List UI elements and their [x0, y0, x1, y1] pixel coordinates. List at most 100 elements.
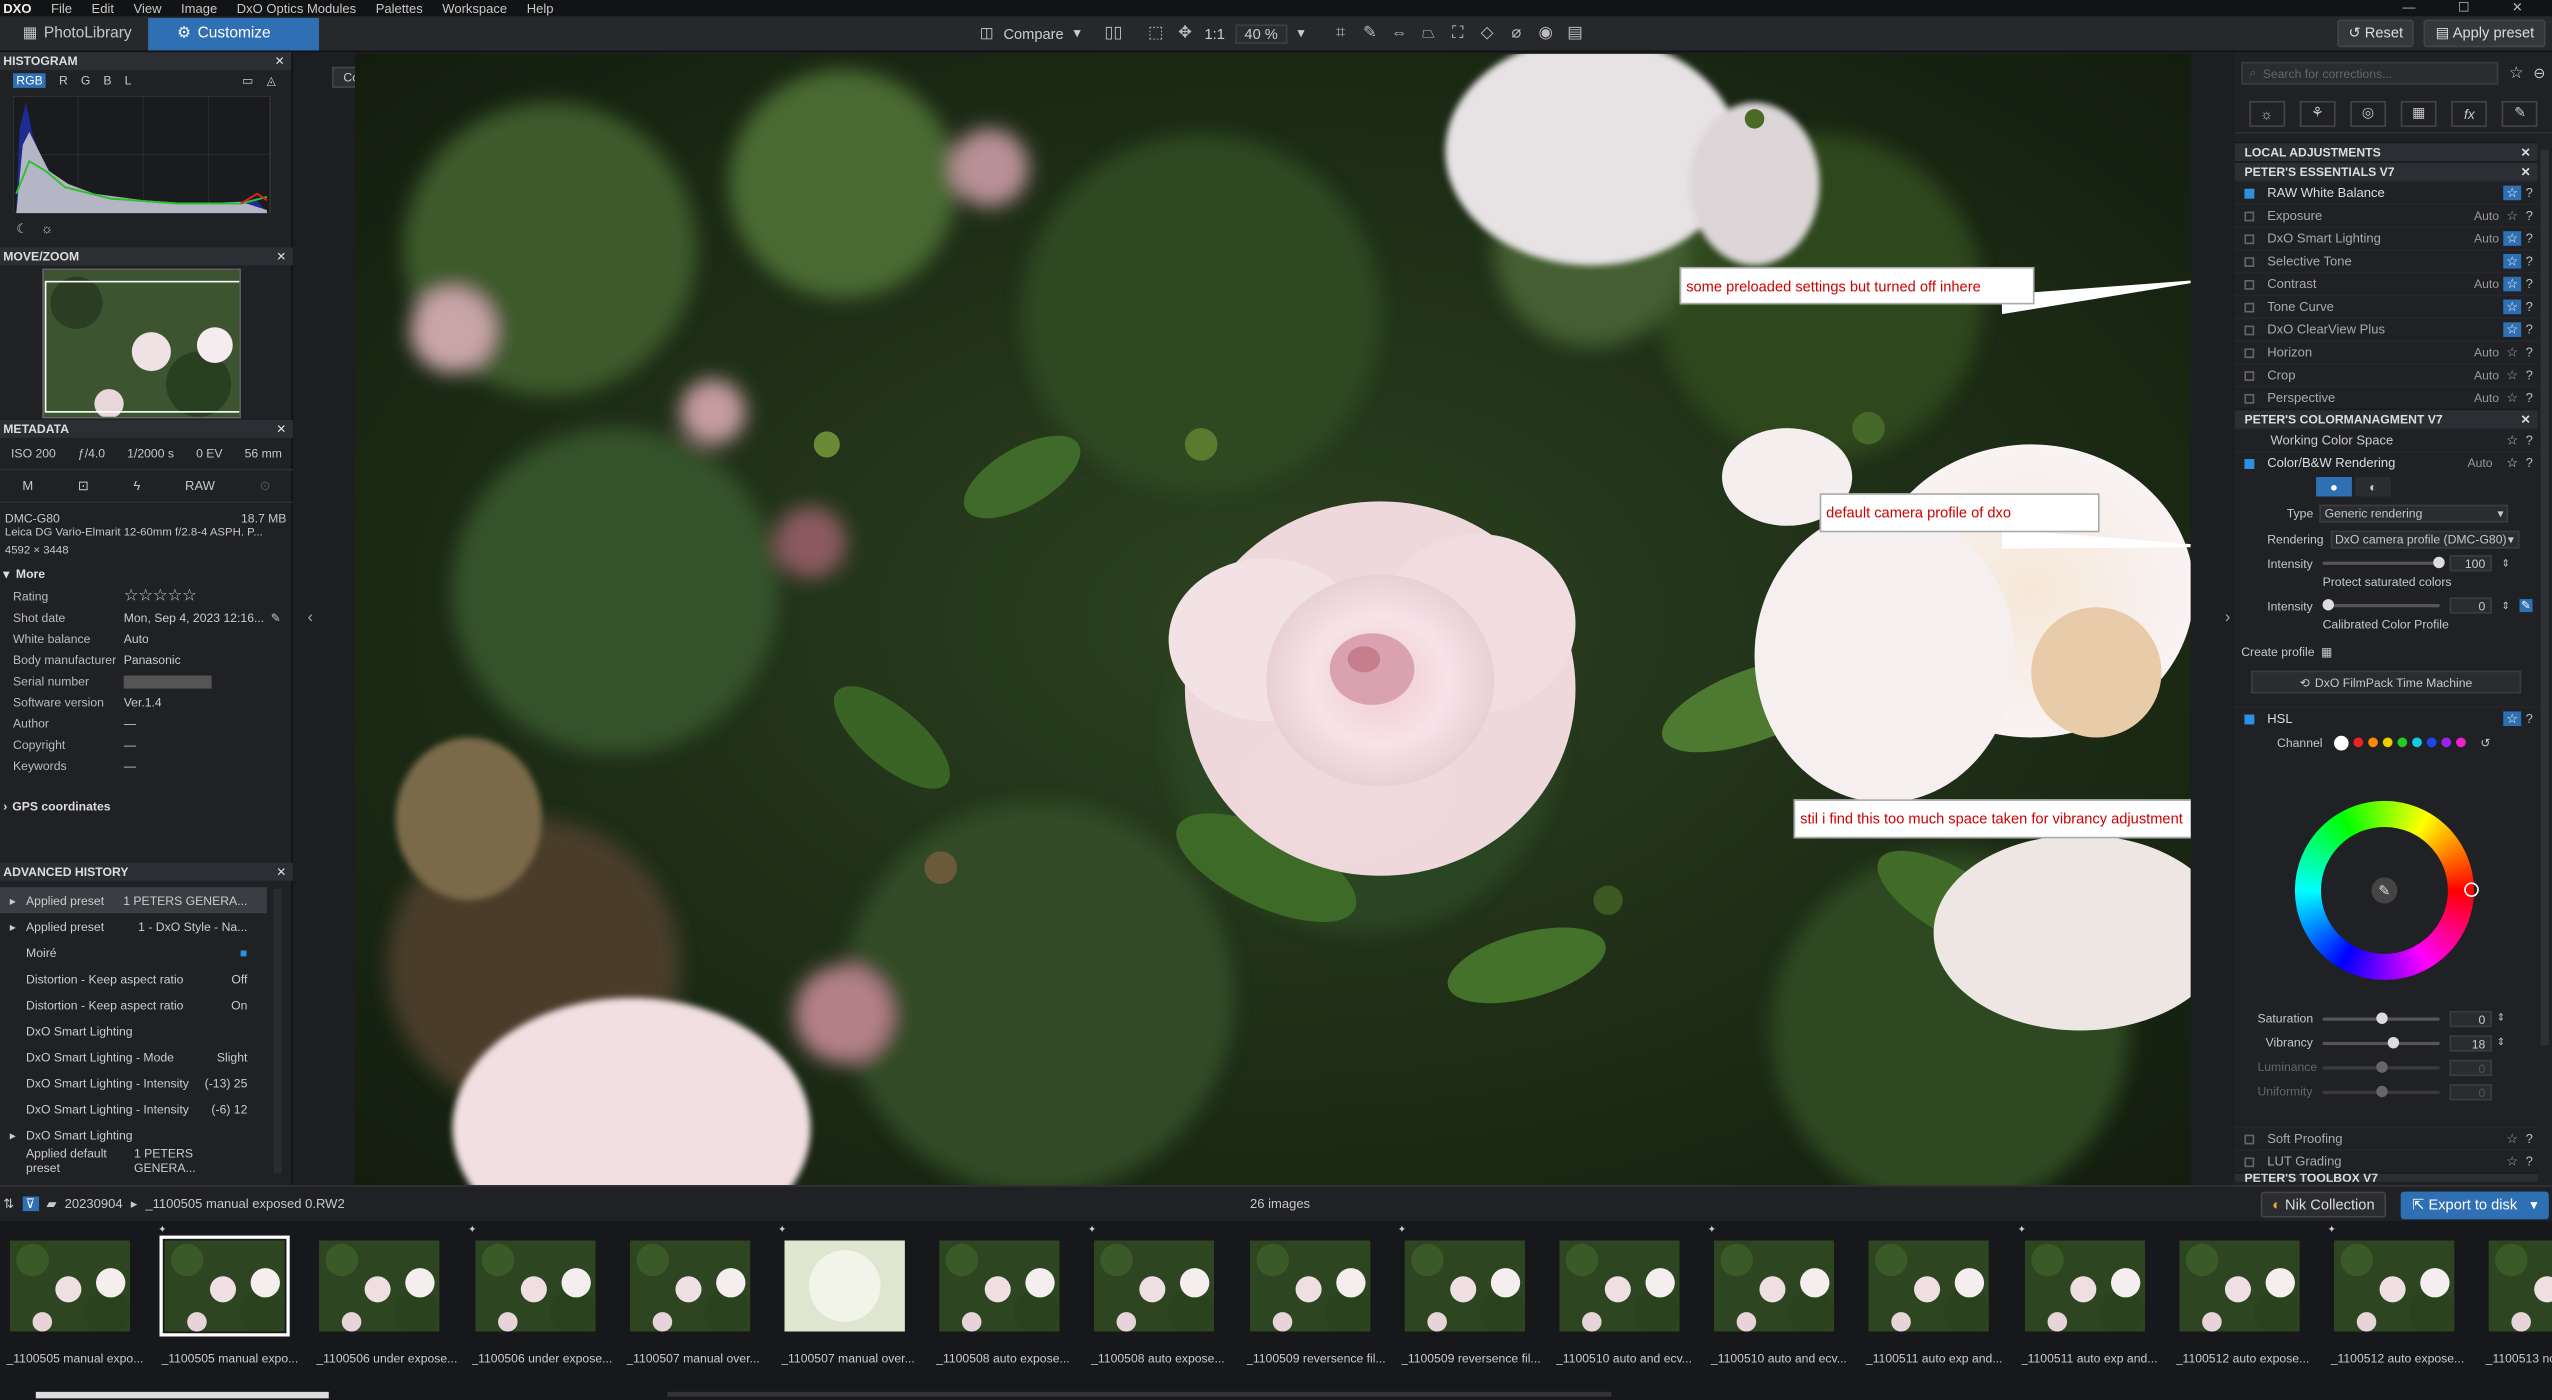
filmstrip-scrollbar[interactable] — [35, 1391, 329, 1399]
volume-icon[interactable]: ⛶ — [1448, 24, 1468, 44]
close-icon[interactable]: ✕ — [275, 54, 285, 69]
help-icon[interactable]: ? — [2521, 368, 2537, 383]
stepper-icon[interactable]: ⇕ — [2502, 558, 2510, 569]
collapse-right-panel[interactable]: › — [2225, 609, 2230, 627]
field-value[interactable]: — — [124, 716, 136, 731]
menu-file[interactable]: File — [51, 1, 72, 16]
filmstrip-thumbnail[interactable] — [1714, 1240, 1835, 1332]
menu-palettes[interactable]: Palettes — [376, 1, 423, 16]
horizon-icon[interactable]: ⇔ — [1389, 24, 1409, 44]
help-icon[interactable]: ? — [2521, 1154, 2537, 1169]
compare-button[interactable]: Compare — [1003, 25, 1063, 41]
star-icon[interactable]: ☆ — [2503, 391, 2521, 406]
color-tab-icon[interactable]: ⚘ — [2299, 100, 2336, 127]
protect-intensity-field[interactable]: 0 — [2449, 597, 2492, 614]
field-value[interactable]: — — [124, 737, 136, 752]
help-icon[interactable]: ? — [2521, 711, 2537, 726]
star-icon[interactable]: ☆ — [2503, 433, 2521, 448]
monitor-icon[interactable]: ▭ — [242, 72, 254, 87]
help-icon[interactable]: ? — [2521, 300, 2537, 315]
filmstrip-thumbnail[interactable] — [159, 1235, 291, 1337]
filmstrip-thumbnail[interactable] — [1094, 1240, 1215, 1332]
essentials-item[interactable]: DxO ClearView Plus ☆? — [2234, 317, 2538, 340]
star-icon[interactable]: ☆ — [2503, 276, 2522, 292]
enable-checkbox[interactable] — [2244, 1156, 2255, 1167]
rendering-select[interactable]: DxO camera profile (DMC-G80) ▾ — [2330, 529, 2519, 548]
enable-checkbox[interactable] — [2244, 370, 2255, 381]
red-eye-icon[interactable]: ◉ — [1536, 24, 1556, 44]
metadata-header[interactable]: METADATA ✕ — [0, 419, 293, 438]
help-icon[interactable]: ? — [2521, 1131, 2537, 1146]
zoom-level-field[interactable]: 40 % — [1234, 23, 1288, 44]
maximize-icon[interactable]: ☐ — [2458, 0, 2470, 15]
enable-checkbox[interactable] — [2244, 713, 2255, 724]
tab-customize[interactable]: ⚙ Customize — [147, 17, 319, 50]
intensity-value-field[interactable]: 100 — [2449, 555, 2492, 572]
right-panel-scrollbar[interactable] — [2540, 149, 2549, 1046]
color-mode-icon[interactable]: ● — [2316, 476, 2352, 497]
filmstrip-thumbnail[interactable] — [629, 1240, 750, 1332]
essentials-item[interactable]: Crop Auto ☆? — [2234, 363, 2538, 386]
geometry-tab-icon[interactable]: ▦ — [2400, 100, 2437, 127]
eyedropper-icon[interactable]: ✎ — [1360, 24, 1380, 44]
star-icon[interactable]: ☆ — [2503, 456, 2521, 471]
menu-view[interactable]: View — [134, 1, 162, 16]
histogram-header[interactable]: HISTOGRAM ✕ — [0, 52, 292, 70]
filmstrip-thumbnail[interactable] — [9, 1240, 131, 1332]
sort-icon[interactable]: ⇅ — [3, 1197, 14, 1212]
light-tab-icon[interactable]: ☼ — [2248, 100, 2285, 127]
essentials-item[interactable]: RAW White Balance ☆? — [2234, 180, 2538, 204]
filmpack-time-machine-button[interactable]: ⟲ DxO FilmPack Time Machine — [2250, 670, 2522, 694]
filmstrip-thumbnail[interactable] — [2333, 1240, 2455, 1332]
enable-checkbox[interactable] — [2244, 279, 2255, 289]
channel-all-dot[interactable] — [2333, 734, 2349, 750]
menu-help[interactable]: Help — [527, 1, 554, 16]
help-icon[interactable]: ? — [2521, 322, 2537, 337]
calibration-chart-icon[interactable]: ▦ — [2321, 644, 2333, 659]
repair-icon[interactable]: ⌀ — [1507, 24, 1527, 44]
enable-checkbox[interactable] — [2244, 393, 2255, 403]
essentials-item[interactable]: Tone Curve ☆? — [2234, 294, 2538, 318]
working-color-space-row[interactable]: Working Color Space ☆? — [2234, 428, 2538, 451]
reset-icon[interactable]: ↺ — [2480, 735, 2490, 750]
channel-g[interactable]: G — [81, 72, 91, 87]
channel-yellow-dot[interactable] — [2382, 737, 2393, 748]
color-bw-rendering-row[interactable]: Color/B&W Rendering Auto ☆? — [2234, 450, 2538, 474]
star-icon[interactable]: ☆ — [2503, 322, 2522, 337]
filmstrip-thumbnail[interactable] — [1404, 1240, 1525, 1332]
eyedropper-icon[interactable]: ✎ — [2371, 877, 2398, 904]
channel-magenta-dot[interactable] — [2455, 737, 2466, 748]
essentials-item[interactable]: Contrast Auto ☆? — [2234, 271, 2538, 295]
history-item[interactable]: Moiré ■ — [0, 939, 267, 965]
clip-icon[interactable]: ◬ — [267, 72, 276, 87]
move-icon[interactable]: ✥ — [1175, 24, 1195, 44]
minimize-icon[interactable]: — — [2403, 0, 2416, 15]
star-icon[interactable]: ☆ — [2503, 231, 2522, 246]
help-icon[interactable]: ? — [2521, 208, 2537, 223]
type-select[interactable]: Generic rendering ▾ — [2319, 503, 2509, 522]
help-icon[interactable]: ? — [2521, 254, 2537, 269]
menu-workspace[interactable]: Workspace — [442, 1, 507, 16]
channel-purple-dot[interactable] — [2441, 737, 2452, 748]
toolbox-header[interactable]: PETER'S TOOLBOX V7 — [2234, 1172, 2538, 1182]
collapse-left-panel[interactable]: ‹ — [308, 609, 313, 627]
local-adjust-icon[interactable]: ◇ — [1477, 24, 1497, 44]
enable-checkbox[interactable] — [2244, 347, 2255, 358]
eyedropper-icon[interactable]: ✎ — [2519, 599, 2533, 613]
chevron-down-icon[interactable]: ▾ — [1297, 24, 1304, 42]
channel-rgb[interactable]: RGB — [13, 72, 47, 88]
chevron-down-icon[interactable]: ▾ — [1073, 24, 1080, 42]
expand-icon[interactable]: ▸ — [10, 893, 16, 908]
soft-proofing-row[interactable]: Soft Proofing ☆? — [2234, 1126, 2538, 1150]
enable-checkbox[interactable] — [2244, 301, 2255, 312]
compare-icon[interactable]: ◫ — [980, 24, 994, 42]
saturation-field[interactable]: 0 — [2449, 1010, 2492, 1027]
history-item[interactable]: ▸ Applied preset 1 - DxO Style - Na... — [0, 913, 267, 939]
channel-b[interactable]: B — [103, 72, 111, 87]
watermark-icon[interactable]: ▤ — [1565, 24, 1585, 44]
history-item[interactable]: Distortion - Keep aspect ratio Off — [0, 965, 267, 991]
export-to-disk-button[interactable]: ⇱ Export to disk ▾ — [2400, 1191, 2549, 1220]
channel-orange-dot[interactable] — [2368, 737, 2378, 748]
star-icon[interactable]: ☆ — [2503, 299, 2522, 315]
split-view-icon[interactable]: ▯▯ — [1104, 24, 1124, 44]
